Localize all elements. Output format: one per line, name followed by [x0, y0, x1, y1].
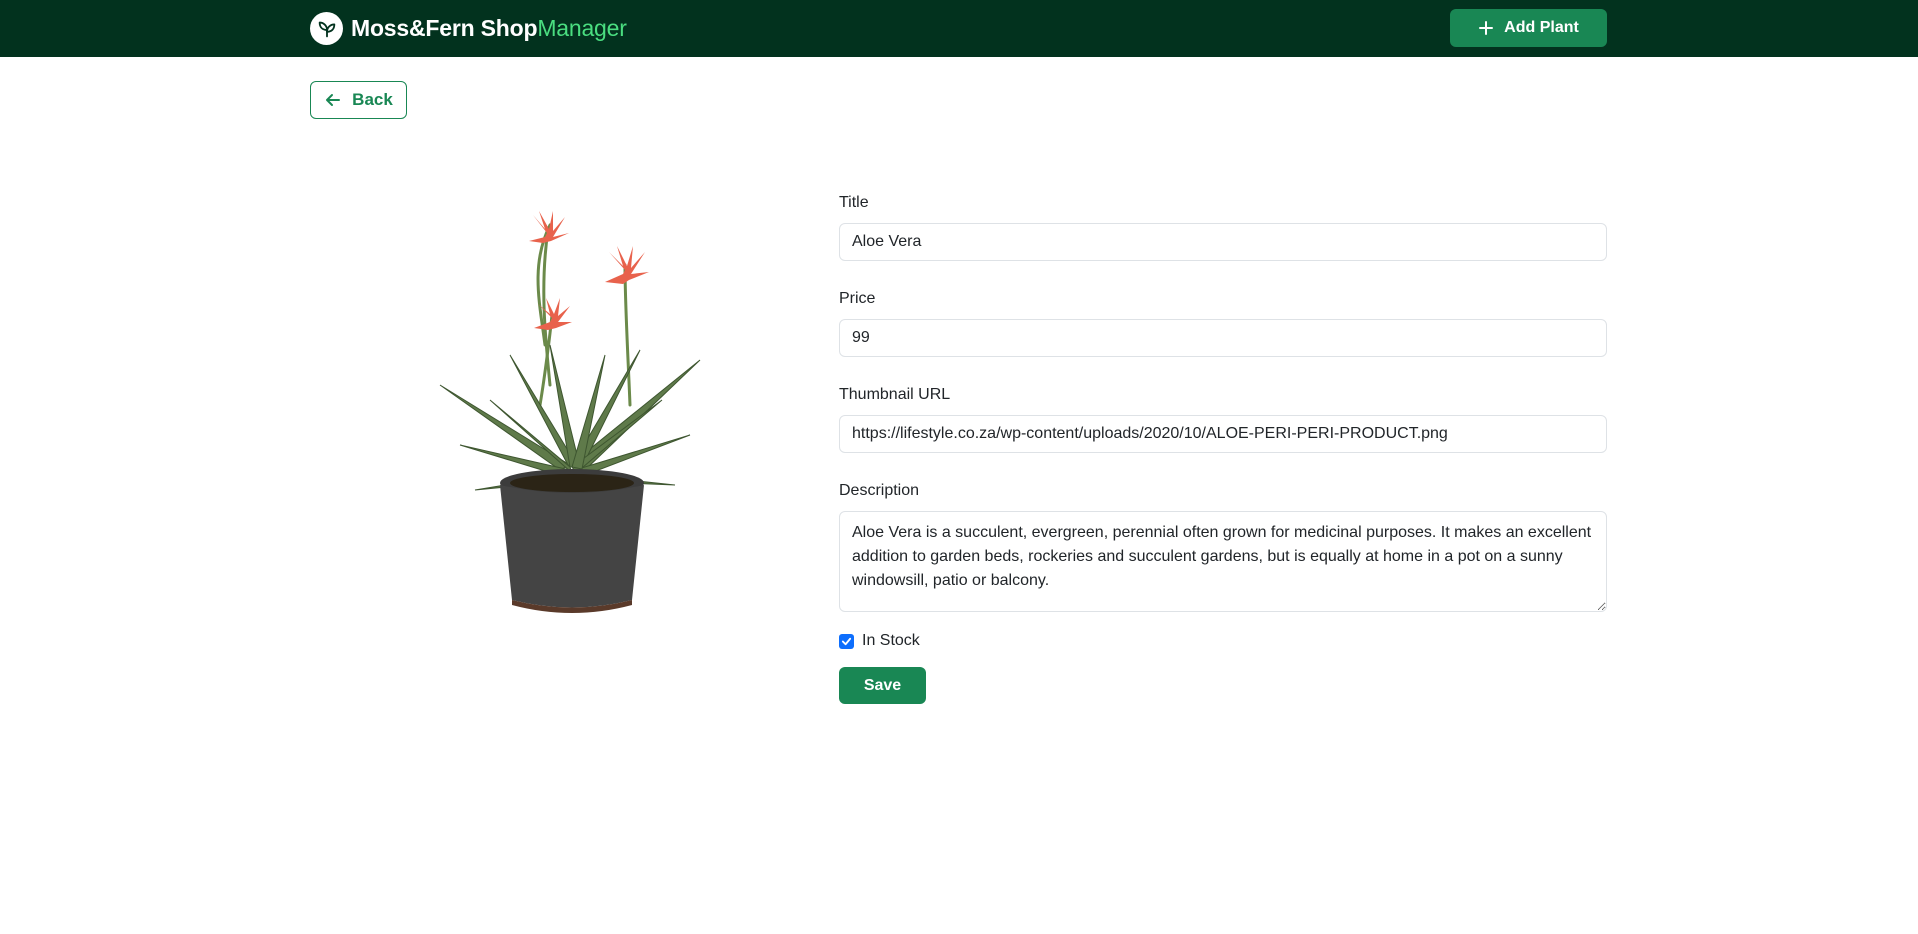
thumbnail-url-input[interactable] [839, 415, 1607, 453]
title-label: Title [839, 194, 869, 211]
back-button[interactable]: Back [310, 81, 407, 119]
edit-plant-form: Title Price Thumbnail URL Description Al… [839, 194, 1607, 704]
save-label: Save [863, 676, 902, 694]
save-button[interactable]: Save [839, 667, 926, 704]
description-textarea[interactable]: Aloe Vera is a succulent, evergreen, per… [839, 511, 1607, 612]
in-stock-label: In Stock [862, 632, 920, 649]
brand[interactable]: Moss&Fern Shop Manager [310, 12, 627, 45]
plus-icon [1479, 21, 1494, 35]
price-label: Price [839, 290, 876, 307]
leaf-icon [310, 12, 343, 45]
add-plant-button[interactable]: Add Plant [1450, 9, 1607, 47]
thumbnail-url-label: Thumbnail URL [839, 386, 951, 403]
description-label: Description [839, 482, 920, 499]
add-plant-label: Add Plant [1504, 19, 1579, 36]
brand-name: Moss&Fern Shop [351, 15, 538, 41]
in-stock-row: In Stock [839, 630, 1607, 652]
title-input[interactable] [839, 223, 1607, 261]
checkmark-icon [841, 637, 852, 645]
product-image [400, 185, 740, 645]
brand-accent: Manager [537, 15, 627, 41]
back-label: Back [352, 90, 393, 109]
navbar: Moss&Fern Shop Manager Add Plant [0, 0, 1918, 57]
price-input[interactable] [839, 319, 1607, 357]
arrow-left-icon [326, 94, 341, 106]
in-stock-checkbox[interactable] [839, 633, 854, 649]
